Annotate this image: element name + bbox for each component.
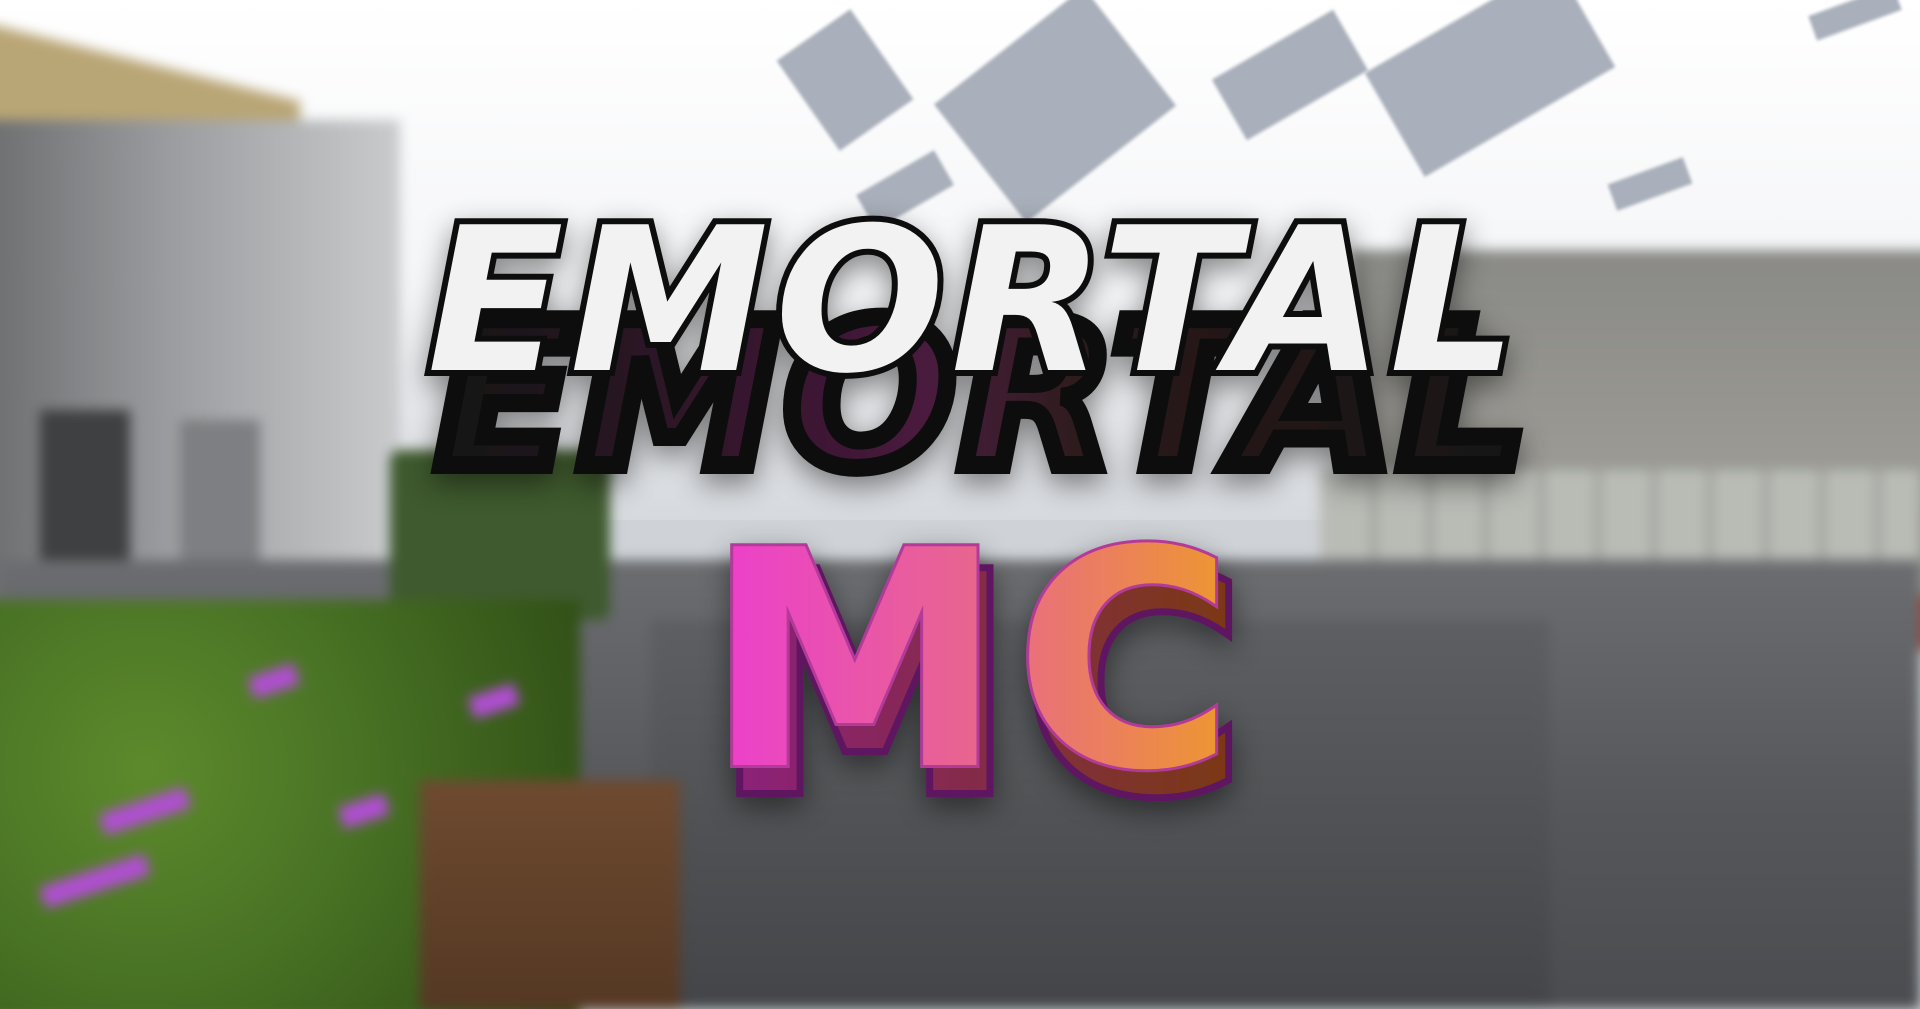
logo-line2: MC: [706, 487, 1245, 836]
game-logo: EMORTAL EMORTAL MC MC: [421, 179, 1536, 868]
logo-line1: EMORTAL: [427, 185, 1523, 418]
